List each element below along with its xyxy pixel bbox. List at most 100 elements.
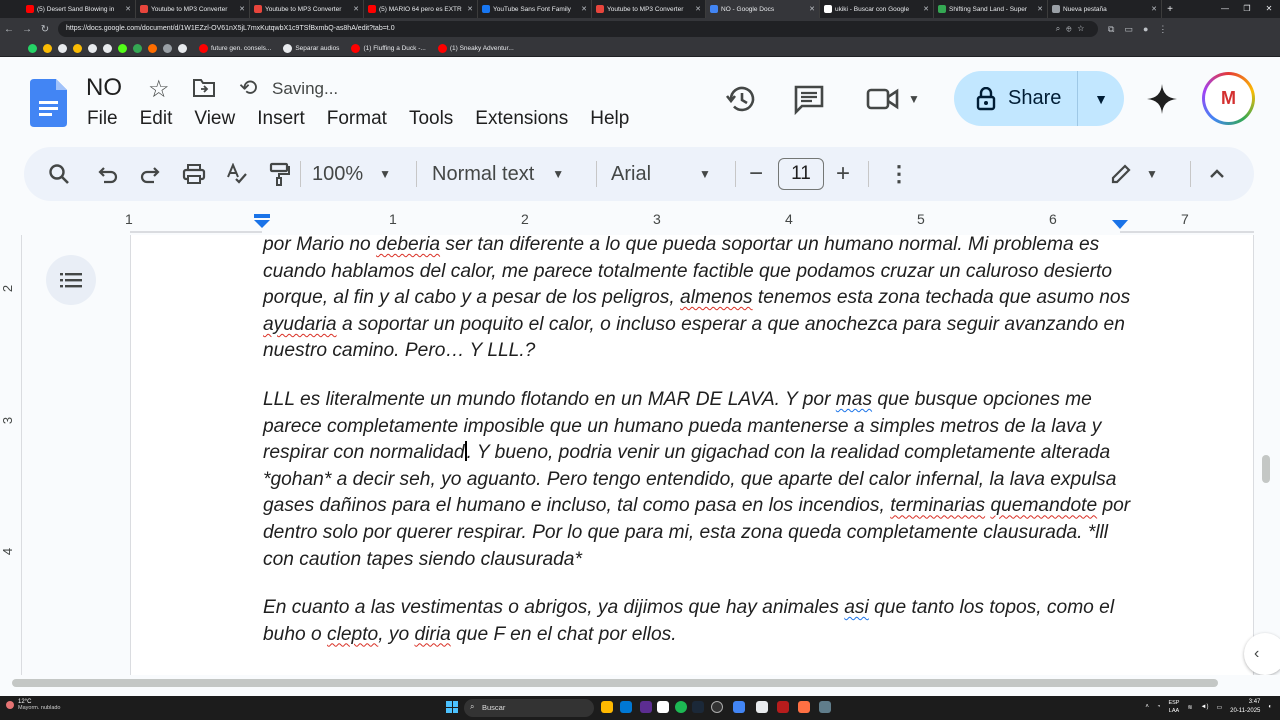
bookmark-item[interactable]: future gen. consels... bbox=[199, 43, 271, 53]
document-body[interactable]: por Mario no deberia ser tan diferente a… bbox=[263, 235, 1133, 670]
file-explorer-icon[interactable] bbox=[601, 701, 613, 713]
app-icon[interactable] bbox=[798, 701, 810, 713]
redo-button[interactable] bbox=[140, 147, 162, 201]
decrease-font-size-button[interactable]: − bbox=[749, 147, 763, 201]
comments-icon[interactable] bbox=[793, 83, 825, 115]
close-tab-icon[interactable]: ✕ bbox=[125, 5, 131, 13]
obs-icon[interactable] bbox=[711, 701, 723, 713]
close-tab-icon[interactable]: ✕ bbox=[923, 5, 929, 13]
chatgpt-icon[interactable] bbox=[103, 43, 112, 53]
misspelled-word[interactable]: deberia bbox=[376, 235, 440, 255]
side-panel-toggle-button[interactable]: ‹ bbox=[1244, 633, 1280, 675]
horizontal-scrollbar-thumb[interactable] bbox=[12, 679, 1218, 687]
close-tab-icon[interactable]: ✕ bbox=[239, 5, 245, 13]
document-title[interactable]: NO bbox=[86, 74, 122, 102]
maximize-button[interactable]: ❐ bbox=[1236, 0, 1258, 18]
misspelled-word[interactable]: terminarias bbox=[890, 495, 985, 516]
spellcheck-button[interactable] bbox=[226, 147, 248, 201]
font-family-select[interactable]: Arial ▼ bbox=[611, 147, 711, 201]
grammar-suggestion-word[interactable]: asi bbox=[844, 597, 869, 618]
weather-widget[interactable]: 12°C Mayorm. nublado bbox=[6, 699, 61, 711]
chevron-up-icon[interactable]: ˄ bbox=[1145, 704, 1149, 710]
kick-icon[interactable] bbox=[118, 43, 127, 53]
volume-icon[interactable]: ◄) bbox=[1201, 704, 1209, 710]
github-icon[interactable] bbox=[88, 43, 97, 53]
star-bookmark-icon[interactable] bbox=[43, 43, 52, 53]
menu-help[interactable]: Help bbox=[590, 108, 629, 130]
browser-tab[interactable]: ukiki - Buscar con Google ✕ bbox=[820, 0, 934, 18]
misspelled-word[interactable]: quemandote bbox=[990, 495, 1097, 516]
font-size-input[interactable]: 11 bbox=[778, 158, 824, 190]
browser-tab[interactable]: Nueva pestaña ✕ bbox=[1048, 0, 1162, 18]
app-icon[interactable] bbox=[777, 701, 789, 713]
close-tab-icon[interactable]: ✕ bbox=[581, 5, 587, 13]
docs-app-icon[interactable] bbox=[733, 701, 745, 713]
network-icon[interactable]: ◔ bbox=[1157, 704, 1161, 710]
undo-button[interactable] bbox=[96, 147, 118, 201]
bookmark-icon[interactable] bbox=[148, 43, 157, 53]
back-button[interactable]: ← bbox=[0, 24, 18, 35]
close-tab-icon[interactable]: ✕ bbox=[467, 5, 473, 13]
google-docs-logo-icon[interactable] bbox=[30, 79, 67, 127]
close-tab-icon[interactable]: ✕ bbox=[809, 5, 815, 13]
browser-tab[interactable]: Shifting Sand Land - Super ✕ bbox=[934, 0, 1048, 18]
hide-menus-button[interactable] bbox=[1208, 147, 1226, 201]
bookmark-item[interactable]: Separar audios bbox=[283, 43, 339, 53]
notifications-icon[interactable]: ◐ bbox=[1268, 704, 1272, 710]
share-main[interactable]: Share bbox=[954, 71, 1078, 126]
close-tab-icon[interactable]: ✕ bbox=[695, 5, 701, 13]
browser-tab[interactable]: Youtube to MP3 Converter ✕ bbox=[592, 0, 706, 18]
more-options-button[interactable]: ⋮ bbox=[888, 147, 910, 201]
close-window-button[interactable]: ✕ bbox=[1258, 0, 1280, 18]
menu-file[interactable]: File bbox=[87, 108, 118, 130]
bookmark-icon[interactable] bbox=[163, 43, 172, 53]
extensions-icon[interactable]: ⧉ bbox=[1108, 24, 1114, 35]
misspelled-word[interactable]: clepto bbox=[327, 624, 378, 645]
bookmark-icon[interactable] bbox=[58, 43, 67, 53]
star-icon[interactable]: ☆ bbox=[148, 75, 170, 104]
menu-tools[interactable]: Tools bbox=[409, 108, 453, 130]
forward-button[interactable]: → bbox=[18, 24, 36, 35]
increase-font-size-button[interactable]: + bbox=[836, 147, 850, 201]
avatar[interactable]: M bbox=[1202, 72, 1255, 125]
clock[interactable]: 3:47 20-11-2025 bbox=[1230, 698, 1260, 716]
paint-format-button[interactable] bbox=[268, 147, 290, 201]
grammar-suggestion-word[interactable]: mas bbox=[836, 389, 872, 410]
taskbar-search-box[interactable]: Buscar bbox=[464, 699, 594, 717]
profile-icon[interactable]: ● bbox=[1143, 24, 1148, 35]
app-icon[interactable] bbox=[640, 701, 652, 713]
close-tab-icon[interactable]: ✕ bbox=[1037, 5, 1043, 13]
edge-icon[interactable] bbox=[620, 701, 632, 713]
wifi-icon[interactable]: ≋ bbox=[1187, 704, 1192, 711]
menu-format[interactable]: Format bbox=[327, 108, 387, 130]
share-dropdown-icon[interactable]: ▼ bbox=[1078, 91, 1124, 107]
steam-icon[interactable] bbox=[692, 701, 704, 713]
menu-insert[interactable]: Insert bbox=[257, 108, 305, 130]
menu-edit[interactable]: Edit bbox=[140, 108, 173, 130]
browser-tab[interactable]: NO - Google Docs ✕ bbox=[706, 0, 820, 18]
bookmark-icon[interactable] bbox=[178, 43, 187, 53]
misspelled-word[interactable]: ayudaria bbox=[263, 314, 337, 335]
url-input[interactable]: https://docs.google.com/document/d/1W1EZ… bbox=[58, 21, 1098, 37]
star-bookmark-icon[interactable] bbox=[73, 43, 82, 53]
gemini-icon[interactable] bbox=[1146, 83, 1178, 115]
browser-tab[interactable]: (5) Desert Sand Blowing in ✕ bbox=[22, 0, 136, 18]
bookmark-icon[interactable] bbox=[133, 43, 142, 53]
paragraph-style-select[interactable]: Normal text ▼ bbox=[432, 147, 564, 201]
meet-button[interactable]: ▼ bbox=[866, 86, 926, 112]
vertical-scrollbar-thumb[interactable] bbox=[1262, 455, 1270, 483]
editing-mode-button[interactable]: ▼ bbox=[1110, 147, 1158, 201]
move-folder-icon[interactable] bbox=[192, 77, 216, 99]
browser-tab[interactable]: Youtube to MP3 Converter ✕ bbox=[136, 0, 250, 18]
close-tab-icon[interactable]: ✕ bbox=[353, 5, 359, 13]
browser-tab[interactable]: YouTube Sans Font Family ✕ bbox=[478, 0, 592, 18]
menu-view[interactable]: View bbox=[194, 108, 235, 130]
zoom-select[interactable]: 100% ▼ bbox=[312, 147, 391, 201]
browser-tab[interactable]: Youtube to MP3 Converter ✕ bbox=[250, 0, 364, 18]
spotify-icon[interactable] bbox=[675, 701, 687, 713]
left-indent-handle[interactable] bbox=[253, 214, 271, 230]
right-indent-handle[interactable] bbox=[1112, 220, 1128, 230]
browser-tab[interactable]: (5) MARIO 64 pero es EXTR ✕ bbox=[364, 0, 478, 18]
minimize-button[interactable]: — bbox=[1214, 0, 1236, 18]
misspelled-word[interactable]: almenos bbox=[680, 287, 753, 308]
